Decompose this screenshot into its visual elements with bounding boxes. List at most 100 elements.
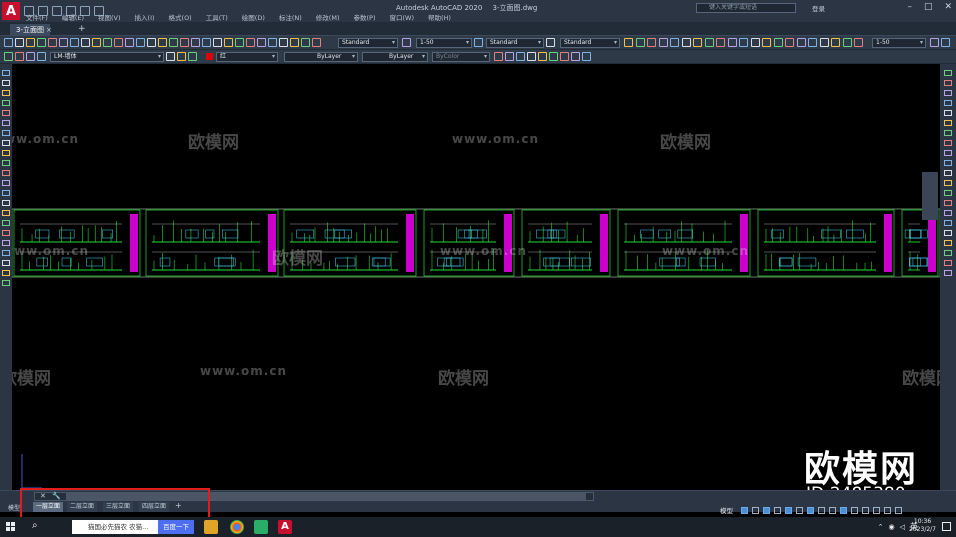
volume-icon[interactable]: ◁ [900,523,905,531]
layer-tool-icon[interactable] [15,52,24,61]
toolbar-tool-icon[interactable] [402,38,411,47]
layer-tool-icon[interactable] [177,52,186,61]
annotation-scale-dropdown[interactable]: 1-50 [872,38,926,48]
toolbar-tool-icon[interactable] [831,38,840,47]
menu-format[interactable]: 格式(O) [169,12,192,22]
menu-view[interactable]: 视图(V) [98,12,121,22]
layer-tool-icon[interactable] [516,52,525,61]
clock[interactable]: 10:36 2023/2/7 [909,518,936,534]
menu-window[interactable]: 窗口(W) [389,12,414,22]
modify-tool-icon[interactable] [944,250,952,256]
toolbar-tool-icon[interactable] [59,38,68,47]
menu-tools[interactable]: 工具(T) [206,12,228,22]
toolbar-tool-icon[interactable] [268,38,277,47]
customize-icon[interactable] [895,506,902,514]
toolbar-tool-icon[interactable] [474,38,483,47]
close-window-button[interactable]: ✕ [944,2,952,12]
toolbar-tool-icon[interactable] [125,38,134,47]
menu-draw[interactable]: 绘图(D) [242,12,265,22]
toolbar-tool-icon[interactable] [114,38,123,47]
layer-tool-icon[interactable] [505,52,514,61]
modify-tool-icon[interactable] [944,220,952,226]
modify-tool-icon[interactable] [944,170,952,176]
wechat-icon[interactable] [254,520,268,534]
search-icon[interactable]: ⌕ [32,520,38,531]
selection-cycle-icon[interactable] [829,506,836,514]
toolbar-tool-icon[interactable] [704,38,714,47]
draw-tool-icon[interactable] [2,120,10,126]
modify-tool-icon[interactable] [944,260,952,266]
login-button[interactable]: 登录 [812,3,825,13]
draw-tool-icon[interactable] [2,140,10,146]
toolbar-tool-icon[interactable] [727,38,737,47]
toolbar-tool-icon[interactable] [739,38,748,47]
toolbar-tool-icon[interactable] [670,38,679,47]
toolbar-tool-icon[interactable] [808,38,817,47]
otrack-icon[interactable] [796,506,803,514]
toolbar-tool-icon[interactable] [81,38,90,47]
draw-tool-icon[interactable] [2,70,10,76]
toolbar-tool-icon[interactable] [635,38,645,47]
color-dropdown[interactable]: 红 [216,52,278,62]
linetype-dropdown[interactable]: ByLayer [284,52,358,62]
layer-tool-icon[interactable] [571,52,580,61]
draw-tool-icon[interactable] [2,200,10,206]
network-icon[interactable]: ◉ [889,523,895,531]
draw-tool-icon[interactable] [2,280,10,286]
toolbar-tool-icon[interactable] [202,38,211,47]
toolbar-tool-icon[interactable] [819,38,829,47]
toolbar-tool-icon[interactable] [224,38,233,47]
draw-tool-icon[interactable] [2,250,10,256]
dim-style-dropdown[interactable]: Standard [486,38,544,48]
layer-tool-icon[interactable] [527,52,536,61]
ortho-icon[interactable] [763,506,770,514]
draw-tool-icon[interactable] [2,80,10,86]
modify-tool-icon[interactable] [944,210,952,216]
vertical-scrollbar[interactable] [922,172,938,220]
draw-tool-icon[interactable] [2,90,10,96]
layer-tool-icon[interactable] [26,52,35,61]
lineweight-icon[interactable] [807,506,814,514]
draw-tool-icon[interactable] [2,270,10,276]
draw-tool-icon[interactable] [2,170,10,176]
toolbar-tool-icon[interactable] [169,38,178,47]
draw-tool-icon[interactable] [2,190,10,196]
layer-tool-icon[interactable] [4,52,13,61]
draw-tool-icon[interactable] [2,210,10,216]
toolbar-tool-icon[interactable] [842,38,852,47]
menu-parametric[interactable]: 参数(P) [353,12,375,22]
tab-model[interactable]: 模型 [8,503,20,512]
model-space-button[interactable]: 模型 [720,505,733,515]
toolbar-tool-icon[interactable] [213,38,222,47]
menu-file[interactable]: 文件(F) [26,12,48,22]
dim-scale-dropdown[interactable]: 1-50 [416,38,472,48]
draw-tool-icon[interactable] [2,230,10,236]
toolbar-tool-icon[interactable] [854,38,863,47]
toolbar-tool-icon[interactable] [624,38,633,47]
polar-icon[interactable] [774,506,781,514]
modify-tool-icon[interactable] [944,200,952,206]
help-search-input[interactable]: 键入关键字或短语 [696,3,796,13]
toolbar-tool-icon[interactable] [941,38,950,47]
toolbar-tool-icon[interactable] [290,38,299,47]
layer-tool-icon[interactable] [538,52,547,61]
layer-tool-icon[interactable] [188,52,197,61]
add-tab-icon[interactable]: + [78,24,86,34]
toolbar-tool-icon[interactable] [191,38,200,47]
baidu-search-button[interactable]: 百度一下 [158,520,194,534]
modify-tool-icon[interactable] [944,230,952,236]
menu-edit[interactable]: 编辑(E) [62,12,84,22]
taskbar-search-input[interactable]: 猫国必先猫农 农猫... [72,520,158,534]
modify-tool-icon[interactable] [944,110,952,116]
toolbar-tool-icon[interactable] [762,38,771,47]
modify-tool-icon[interactable] [944,100,952,106]
toolbar-tool-icon[interactable] [246,38,255,47]
toolbar-tool-icon[interactable] [103,38,112,47]
toolbar-tool-icon[interactable] [796,38,806,47]
snap-icon[interactable] [752,506,759,514]
toolbar-tool-icon[interactable] [37,38,46,47]
modify-tool-icon[interactable] [944,70,952,76]
chrome-icon[interactable] [230,520,244,534]
chevron-up-icon[interactable]: ⌃ [878,523,884,531]
toolbar-tool-icon[interactable] [785,38,794,47]
